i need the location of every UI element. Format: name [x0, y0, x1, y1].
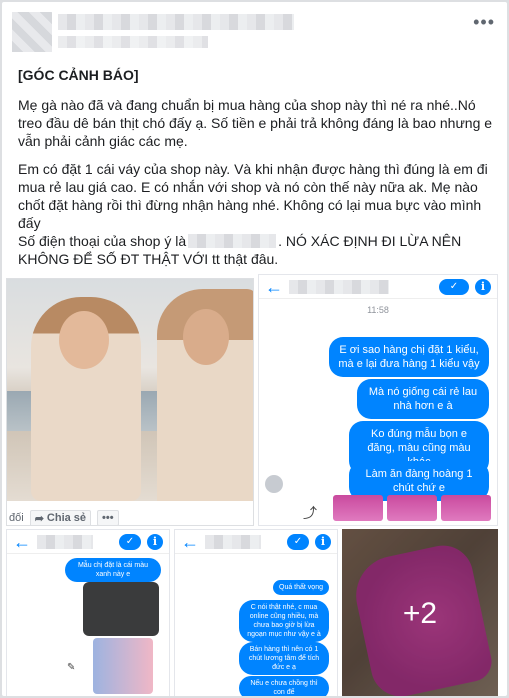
info-icon: i: [147, 533, 163, 550]
chat-screenshot-main[interactable]: ← ✓ i 11:58 E ơi sao hàng chị đặt 1 kiểu…: [258, 274, 498, 526]
fashion-photo: [7, 279, 253, 501]
edit-icon: ✎: [67, 662, 76, 673]
back-arrow-icon: ←: [265, 276, 283, 297]
contact-name-redacted: [37, 534, 93, 549]
share-button[interactable]: ➦ Chia sẻ: [29, 509, 92, 525]
phone-number-redacted: [188, 234, 277, 248]
post-text: [GÓC CẢNH BÁO] Mẹ gà nào đã và đang chuẩ…: [18, 66, 498, 268]
message-bubble: Mẫu chị đặt là cái màu xanh này e: [65, 558, 161, 582]
back-arrow-icon: ←: [13, 531, 31, 552]
chat-header: ← ✓ i: [7, 530, 169, 554]
more-button[interactable]: •••: [97, 510, 119, 525]
shared-post-image[interactable]: đối ➦ Chia sẻ •••: [6, 278, 254, 526]
message-bubble: Nếu e chưa chồng thì con để: [239, 676, 329, 696]
chat-timestamp: 11:58: [367, 305, 389, 315]
post-paragraph-1: Mẹ gà nào đã và đang chuẩn bị mua hàng c…: [18, 97, 493, 149]
react-partial-label[interactable]: đối: [9, 512, 24, 524]
chat-header: ← ✓ i: [259, 275, 497, 299]
chat-screenshot-left[interactable]: ← ✓ i Mẫu chị đặt là cái màu xanh này e …: [6, 529, 170, 696]
share-icon: ⤴: [303, 505, 317, 521]
product-preview: [93, 638, 153, 694]
post-meta-redacted: [58, 36, 208, 48]
contact-avatar: [265, 475, 283, 493]
contact-name-redacted: [205, 534, 261, 549]
shared-post-actions: đối ➦ Chia sẻ •••: [7, 509, 253, 525]
message-bubble: Mà nó giống cái rẻ lau nhà hơn e à: [357, 379, 489, 419]
back-arrow-icon: ←: [181, 531, 199, 552]
more-photos-count: +2: [402, 597, 438, 630]
message-bubble: Quá thất vọng: [273, 580, 329, 595]
more-photos-tile[interactable]: +2: [342, 529, 498, 696]
message-bubble: Bán hàng thì nên có 1 chút lương tâm để …: [239, 642, 329, 675]
active-toggle-icon: ✓: [287, 533, 309, 550]
message-bubble: C nói thật nhé, c mua online cũng nhiều,…: [239, 600, 329, 642]
share-label: Chia sẻ: [46, 512, 87, 524]
chat-header: ← ✓ i: [175, 530, 337, 554]
phone-prefix: Số điện thoại của shop ý là: [18, 233, 187, 249]
chat-screenshot-mid[interactable]: ← ✓ i Quá thất vọng C nói thật nhé, c mu…: [174, 529, 338, 696]
message-bubble: E ơi sao hàng chị đặt 1 kiểu, mà e lại đ…: [329, 337, 489, 377]
share-icon: ➦: [34, 512, 44, 525]
product-photos: [333, 495, 491, 521]
info-icon: i: [315, 533, 331, 550]
author-name-redacted[interactable]: [58, 14, 294, 30]
post-paragraph-3: Số điện thoại của shop ý là. NÓ XÁC ĐỊNH…: [18, 232, 498, 268]
contact-name-redacted: [289, 279, 389, 294]
more-options-button[interactable]: •••: [473, 12, 495, 33]
post-paragraph-2: Em có đặt 1 cái váy của shop này. Và khi…: [18, 161, 488, 231]
video-thumbnail: [83, 582, 159, 636]
info-icon: i: [475, 278, 491, 295]
avatar[interactable]: [12, 12, 52, 52]
post-title: [GÓC CẢNH BÁO]: [18, 67, 139, 83]
post-card: ••• [GÓC CẢNH BÁO] Mẹ gà nào đã và đang …: [1, 1, 508, 697]
active-toggle-icon: ✓: [439, 278, 469, 295]
active-toggle-icon: ✓: [119, 533, 141, 550]
